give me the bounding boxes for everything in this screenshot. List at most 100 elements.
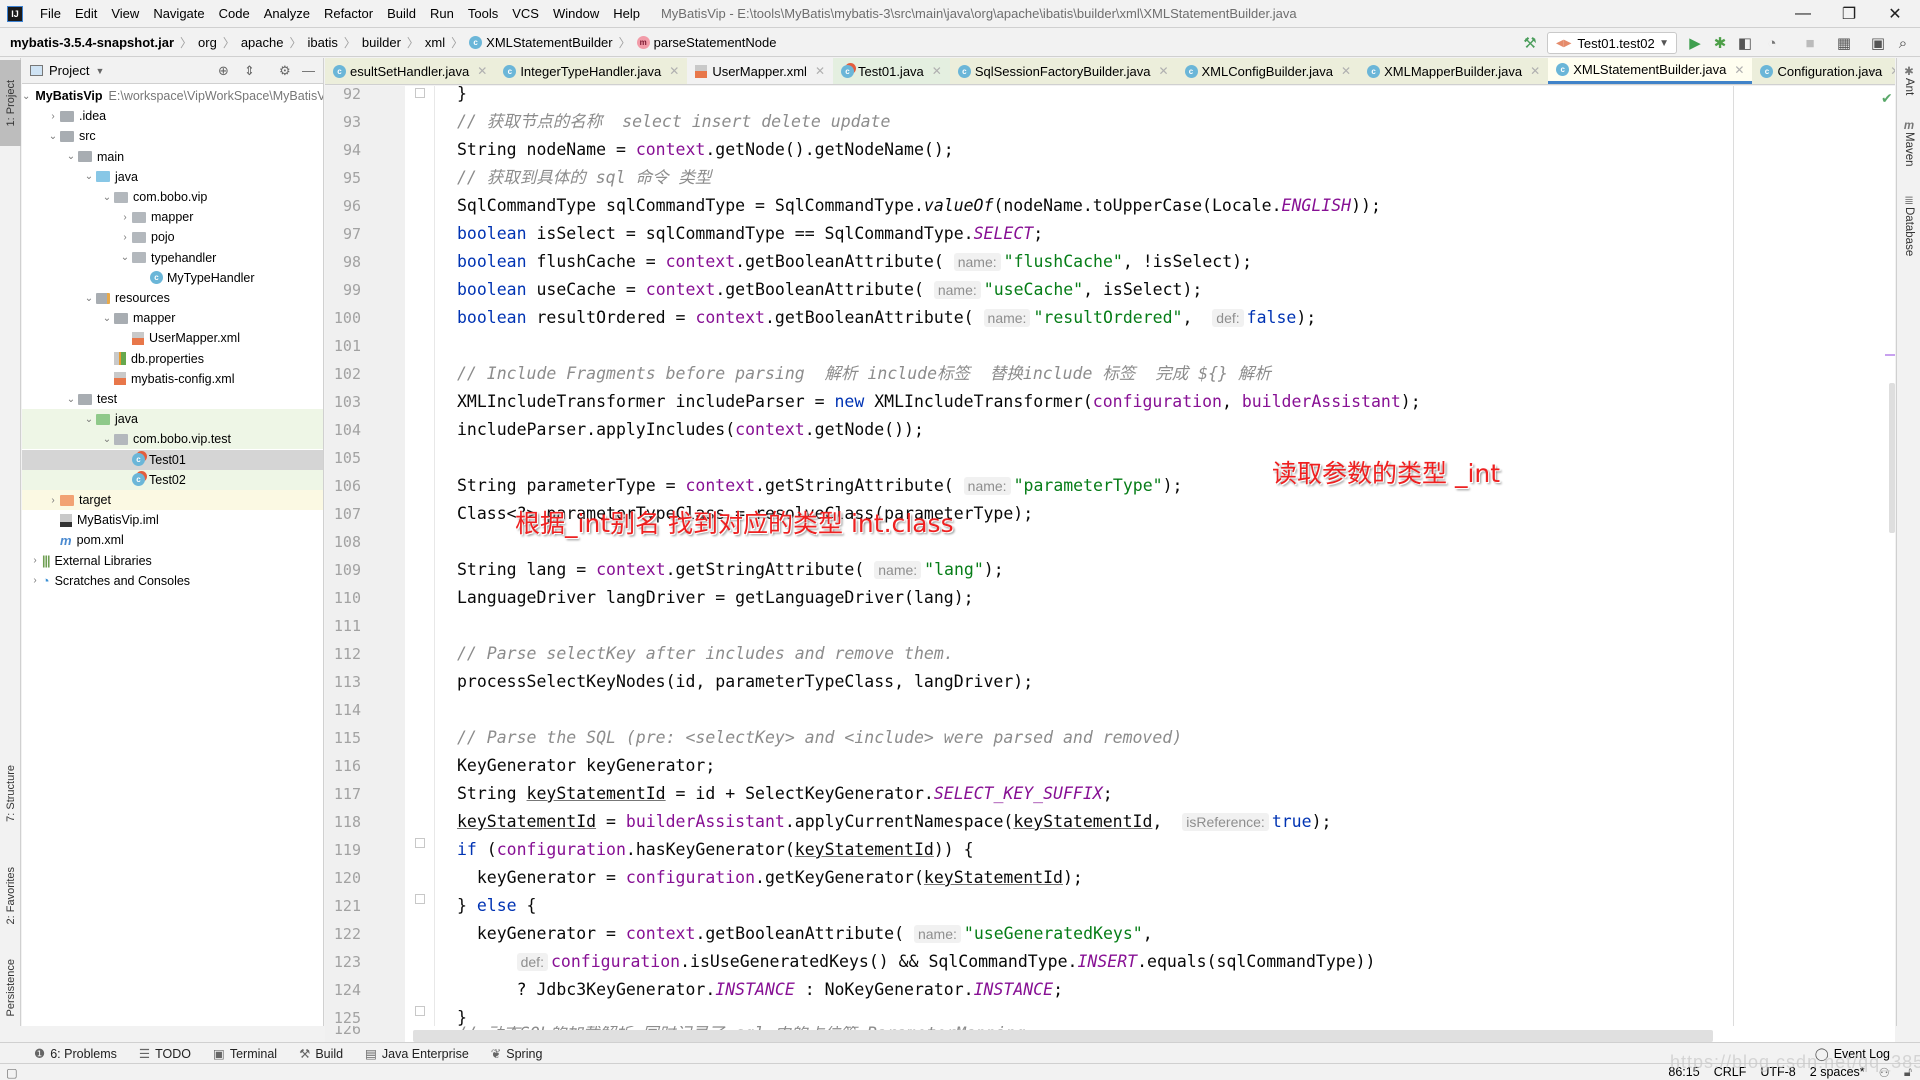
tree-item-resources[interactable]: ⌄ resources <box>22 288 323 308</box>
menu-analyze[interactable]: Analyze <box>257 6 317 21</box>
tree-item-typehandler[interactable]: ⌄ typehandler <box>22 248 323 268</box>
fold-marker-icon[interactable] <box>415 894 425 904</box>
editor-tab-test01-java[interactable]: c Test01.java ✕ <box>833 58 950 84</box>
editor-tab-xmlmapperbuilder-java[interactable]: c XMLMapperBuilder.java ✕ <box>1359 58 1548 84</box>
expand-right-icon[interactable]: › <box>28 555 42 566</box>
hide-panel-icon[interactable]: — <box>302 63 315 78</box>
expand-right-icon[interactable]: › <box>118 232 132 243</box>
tree-item-mybatisvip[interactable]: ⌄ MyBatisVip E:\workspace\VipWorkSpace\MyB… <box>22 86 323 106</box>
breadcrumb-org[interactable]: org <box>195 35 220 50</box>
menu-tools[interactable]: Tools <box>461 6 505 21</box>
tree-item-com-bobo-vip-test[interactable]: ⌄ com.bobo.vip.test <box>22 429 323 450</box>
menu-vcs[interactable]: VCS <box>505 6 546 21</box>
build-hammer-icon[interactable]: ⚒ <box>1520 33 1540 53</box>
fold-marker-icon[interactable] <box>415 88 425 98</box>
tree-item-target[interactable]: › target <box>22 490 323 510</box>
stop-icon[interactable]: ■ <box>1800 33 1820 53</box>
menu-help[interactable]: Help <box>606 6 647 21</box>
tree-item-java[interactable]: ⌄ java <box>22 167 323 187</box>
run-anything-icon[interactable]: ▣ <box>1868 33 1888 53</box>
horizontal-scrollbar[interactable] <box>413 1030 1713 1042</box>
expand-right-icon[interactable]: › <box>46 111 60 122</box>
profile-icon[interactable]: ◔ <box>1762 33 1782 53</box>
breadcrumb-jar[interactable]: mybatis-3.5.4-snapshot.jar <box>0 35 177 50</box>
close-window-button[interactable]: ✕ <box>1872 0 1918 28</box>
show-hidden-tabs-icon[interactable]: ⌄ <box>1868 62 1878 76</box>
menu-navigate[interactable]: Navigate <box>146 6 211 21</box>
tree-item-mytypehandler[interactable]: c MyTypeHandler <box>22 268 323 288</box>
tool-window-build[interactable]: ⚒ Build <box>299 1046 343 1062</box>
tool-tab-database[interactable]: ≣ Database <box>1897 193 1920 256</box>
chevron-down-icon[interactable]: ▼ <box>95 66 104 76</box>
fold-marker-icon[interactable] <box>415 1006 425 1016</box>
expand-down-icon[interactable]: ⌄ <box>82 414 96 425</box>
tree-item-pojo[interactable]: › pojo <box>22 227 323 247</box>
expand-down-icon[interactable]: ⌄ <box>22 91 30 102</box>
expand-down-icon[interactable]: ⌄ <box>82 171 96 182</box>
breadcrumb-builder[interactable]: builder <box>359 35 404 50</box>
minimize-button[interactable]: — <box>1780 0 1826 28</box>
menu-window[interactable]: Window <box>546 6 606 21</box>
tree-item-test02[interactable]: c Test02 <box>22 469 323 490</box>
close-tab-icon[interactable]: ✕ <box>477 64 487 78</box>
expand-down-icon[interactable]: ⌄ <box>64 151 78 162</box>
project-panel-hscroll[interactable] <box>22 1026 324 1042</box>
tool-windows-icon[interactable]: ▢ <box>6 1065 18 1080</box>
tree-item-com-bobo-vip[interactable]: ⌄ com.bobo.vip <box>22 187 323 207</box>
search-everywhere-icon[interactable]: ⌕ <box>1893 33 1913 53</box>
tool-window-java-enterprise[interactable]: ▤ Java Enterprise <box>365 1046 469 1062</box>
tree-item-src[interactable]: ⌄ src <box>22 126 323 146</box>
tree-item-test[interactable]: ⌄ test <box>22 389 323 409</box>
tool-window-6-problems[interactable]: ❶ 6: Problems <box>34 1046 117 1062</box>
vertical-scrollbar[interactable] <box>1889 383 1895 533</box>
close-tab-icon[interactable]: ✕ <box>1530 64 1540 78</box>
gear-icon[interactable]: ⚙ <box>279 63 291 79</box>
run-icon[interactable]: ▶ <box>1685 33 1705 53</box>
expand-down-icon[interactable]: ⌄ <box>82 293 96 304</box>
menu-file[interactable]: File <box>33 6 68 21</box>
close-tab-icon[interactable]: ✕ <box>1341 64 1351 78</box>
tree-item-scratches-and-consoles[interactable]: › ◔ Scratches and Consoles <box>22 571 323 591</box>
close-tab-icon[interactable]: ✕ <box>1734 63 1744 77</box>
expand-down-icon[interactable]: ⌄ <box>46 131 60 142</box>
tree-item-pom-xml[interactable]: m pom.xml <box>22 530 323 550</box>
code-editor[interactable]: 92 93 94 95 96 97 98 99 100 101 102 103 104 105 106 107… <box>325 86 1895 1026</box>
fold-marker-icon[interactable] <box>415 838 425 848</box>
expand-down-icon[interactable]: ⌄ <box>100 192 114 203</box>
breadcrumb-xml[interactable]: xml <box>422 35 448 50</box>
breadcrumb-class[interactable]: c XMLStatementBuilder <box>466 35 615 50</box>
menu-edit[interactable]: Edit <box>68 6 104 21</box>
tree-item-db-properties[interactable]: db.properties <box>22 349 323 369</box>
tree-item-main[interactable]: ⌄ main <box>22 147 323 167</box>
editor-tab-usermapper-xml[interactable]: UserMapper.xml ✕ <box>687 58 834 84</box>
close-tab-icon[interactable]: ✕ <box>669 64 679 78</box>
tool-window-spring[interactable]: ❦ Spring <box>491 1046 543 1062</box>
expand-right-icon[interactable]: › <box>46 495 60 506</box>
tree-item-java[interactable]: ⌄ java <box>22 409 323 430</box>
tree-item-mapper[interactable]: › mapper <box>22 207 323 227</box>
tree-item-mapper[interactable]: ⌄ mapper <box>22 308 323 328</box>
menu-code[interactable]: Code <box>212 6 257 21</box>
expand-right-icon[interactable]: › <box>118 212 132 223</box>
expand-down-icon[interactable]: ⌄ <box>118 252 132 263</box>
breadcrumb-ibatis[interactable]: ibatis <box>305 35 341 50</box>
tree-item-idea[interactable]: › .idea <box>22 106 323 126</box>
expand-down-icon[interactable]: ⌄ <box>100 313 114 324</box>
editor-tab-esultsethandler-java[interactable]: c esultSetHandler.java ✕ <box>325 58 495 84</box>
project-view-select[interactable]: Project <box>49 63 89 78</box>
error-stripe-mark[interactable] <box>1885 354 1895 356</box>
restore-button[interactable]: ❐ <box>1826 0 1872 28</box>
menu-build[interactable]: Build <box>380 6 423 21</box>
close-tab-icon[interactable]: ✕ <box>1158 64 1168 78</box>
inspection-ok-icon[interactable]: ✔ <box>1881 90 1893 107</box>
close-tab-icon[interactable]: ✕ <box>815 64 825 78</box>
tool-tab-persistence[interactable]: Persistence <box>0 948 21 1028</box>
expand-down-icon[interactable]: ⌄ <box>64 394 78 405</box>
tree-item-external-libraries[interactable]: › ||| External Libraries <box>22 551 323 571</box>
expand-right-icon[interactable]: › <box>28 575 42 586</box>
editor-tab-integertypehandler-java[interactable]: c IntegerTypeHandler.java ✕ <box>495 58 687 84</box>
run-configuration-select[interactable]: ◀▶ Test01.test02 ▼ <box>1547 32 1677 54</box>
tool-tab-favorites[interactable]: 2: Favorites <box>0 848 21 943</box>
menu-view[interactable]: View <box>104 6 146 21</box>
tool-tab-ant[interactable]: ✱ Ant <box>1897 64 1920 95</box>
